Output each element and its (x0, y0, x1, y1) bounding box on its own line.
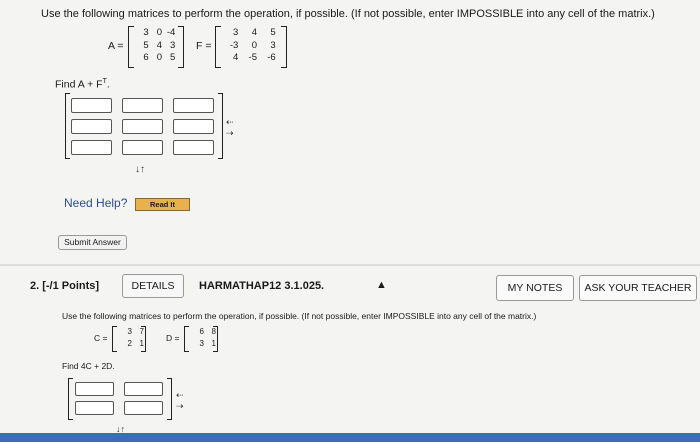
q2-number: 2. [-/1 Points] (30, 280, 100, 292)
q2-instructions: Use the following matrices to perform th… (62, 311, 537, 321)
add-row-arrow-icon[interactable]: ↓↑ (135, 164, 145, 175)
matrix-a-row: 3 0 -4 (128, 27, 184, 40)
find-label: Find A + FT. (55, 78, 110, 91)
q2-answer-cell-1-2[interactable] (124, 382, 163, 396)
matrix-f-cell: 4 (233, 52, 239, 63)
answer-cell-1-3[interactable] (173, 98, 214, 113)
ask-your-teacher-button[interactable]: ASK YOUR TEACHER (579, 275, 697, 301)
matrix-f-cell: 0 (251, 39, 257, 51)
add-column-arrow-icon[interactable]: ⇠ ⇢ (226, 117, 234, 139)
answer-cell-3-3[interactable] (173, 140, 214, 155)
matrix-d-cell: 6 (199, 327, 204, 336)
q2-answer-cell-2-1[interactable] (75, 401, 114, 415)
matrix-a-cell: 0 (156, 27, 162, 38)
answer-matrix-q2 (68, 378, 172, 420)
matrix-f-cell: 3 (270, 39, 276, 51)
matrix-a-row: 543 (128, 40, 184, 53)
matrix-a-cell: -4 (166, 27, 176, 38)
need-help-label: Need Help? (64, 196, 128, 210)
submit-answer-button[interactable]: Submit Answer (58, 235, 127, 250)
answer-matrix-q1 (65, 93, 223, 159)
answer-cell-2-2[interactable] (122, 119, 163, 134)
q2-answer-cell-1-1[interactable] (75, 382, 114, 396)
matrix-f-cell: -3 (229, 39, 239, 51)
section-divider (0, 264, 700, 266)
matrix-c-cell: 3 (127, 327, 132, 336)
matrix-a-cell: 6 (143, 52, 149, 63)
matrix-c-label: C = (94, 333, 108, 343)
matrix-f-row: 4 -5 -6 (215, 52, 287, 65)
matrix-f-row: -3 0 3 (215, 40, 287, 53)
matrix-d-cell: 3 (199, 339, 204, 348)
my-notes-button[interactable]: MY NOTES (496, 275, 574, 301)
matrix-a-cell: 5 (170, 52, 176, 63)
matrix-f-cell: 3 (233, 27, 239, 38)
q2-add-column-arrow-icon[interactable]: ⇠ ⇢ (176, 390, 184, 412)
mouse-cursor-icon: ▲ (376, 279, 387, 291)
matrix-a: 3 0 -4 5 4 3 6 0 5 (128, 26, 184, 68)
answer-cell-2-3[interactable] (173, 119, 214, 134)
details-button[interactable]: DETAILS (122, 274, 184, 298)
matrix-c: 3721 (112, 326, 146, 352)
matrix-f-cell: -5 (248, 52, 257, 63)
answer-cell-3-1[interactable] (71, 140, 112, 155)
matrix-f-cell: 5 (270, 27, 276, 38)
q2-find-label: Find 4C + 2D. (62, 361, 115, 371)
answer-cell-3-2[interactable] (122, 140, 163, 155)
matrix-a-label: A = (108, 40, 124, 52)
matrix-c-cell: 2 (127, 339, 132, 348)
answer-cell-1-2[interactable] (122, 98, 163, 113)
matrix-a-cell: 5 (143, 39, 149, 51)
q2-answer-cell-2-2[interactable] (124, 401, 163, 415)
matrix-a-cell: 0 (156, 52, 162, 63)
matrix-a-cell: 4 (156, 39, 162, 51)
matrix-a-cell: 3 (170, 39, 176, 51)
matrix-a-row: 605 (128, 52, 184, 65)
q2-source: HARMATHAP12 3.1.025. (199, 280, 325, 292)
q1-instructions: Use the following matrices to perform th… (41, 8, 655, 20)
matrix-f-cell: -6 (267, 52, 276, 63)
matrix-d-label: D = (166, 333, 180, 343)
matrix-d: 6831 (184, 326, 218, 352)
bottom-bar (0, 433, 700, 442)
read-it-button[interactable]: Read It (135, 198, 190, 211)
answer-cell-1-1[interactable] (71, 98, 112, 113)
answer-cell-2-1[interactable] (71, 119, 112, 134)
matrix-f-row: 3 4 5 (215, 27, 287, 40)
matrix-f-label: F = (196, 40, 212, 52)
matrix-f-cell: 4 (251, 27, 257, 38)
matrix-a-cell: 3 (143, 27, 149, 38)
matrix-f: 3 4 5 -3 0 3 4 -5 -6 (215, 26, 287, 68)
